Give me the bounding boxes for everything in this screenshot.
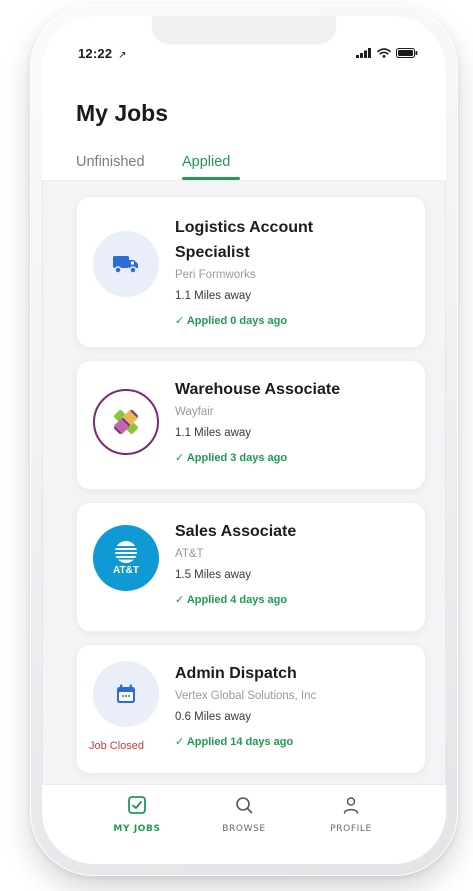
job-distance: 1.1 Miles away xyxy=(175,290,252,302)
job-distance: 1.5 Miles away xyxy=(175,569,252,581)
job-closed-label: Job Closed xyxy=(89,740,145,752)
job-distance: 0.6 Miles away xyxy=(175,711,252,723)
page-title: My Jobs xyxy=(76,100,169,126)
job-icon-container xyxy=(93,231,159,297)
job-card-admin[interactable]: Job Closed Admin Dispatch Vertex Global … xyxy=(76,644,426,774)
tab-applied[interactable]: Applied xyxy=(182,154,230,170)
company-name: Wayfair xyxy=(175,406,214,418)
nav-label-my-jobs: MY JOBS xyxy=(113,824,161,834)
applied-status: ✓ Applied 3 days ago xyxy=(175,452,288,464)
applied-status: ✓ Applied 14 days ago xyxy=(175,736,294,748)
applied-status: ✓ Applied 0 days ago xyxy=(175,315,288,327)
person-icon xyxy=(343,797,359,814)
app-screen: 12:22 ↗ My Jobs Unfinished Applied Logis… xyxy=(42,16,446,864)
calendar-icon xyxy=(117,684,135,703)
applied-status: ✓ Applied 4 days ago xyxy=(175,594,288,606)
nav-label-profile: PROFILE xyxy=(330,824,372,834)
att-globe-logo xyxy=(115,541,137,563)
wifi-icon xyxy=(377,48,391,58)
tab-unfinished[interactable]: Unfinished xyxy=(76,154,145,170)
job-title: Warehouse Associate xyxy=(175,381,341,398)
job-title: Logistics Account Specialist xyxy=(175,215,413,265)
job-icon-container: AT&T xyxy=(93,525,159,591)
nav-my-jobs[interactable]: MY JOBS xyxy=(92,795,182,834)
status-icons xyxy=(356,48,418,58)
nav-profile[interactable]: PROFILE xyxy=(306,795,396,834)
company-name: AT&T xyxy=(175,548,204,560)
job-details: Warehouse Associate Wayfair 1.1 Miles aw… xyxy=(175,377,413,466)
company-name: Peri Formworks xyxy=(175,269,256,281)
active-tab-indicator xyxy=(182,177,240,180)
truck-icon xyxy=(113,256,138,274)
app-header: 12:22 ↗ My Jobs Unfinished Applied xyxy=(42,16,446,181)
company-name: Vertex Global Solutions, Inc xyxy=(175,690,317,702)
wayfair-logo xyxy=(113,409,139,435)
status-time-text: 12:22 xyxy=(78,46,113,61)
job-details: Sales Associate AT&T 1.5 Miles away ✓ Ap… xyxy=(175,519,413,608)
job-card-logistics[interactable]: Logistics Account Specialist Peri Formwo… xyxy=(76,196,426,348)
nav-label-browse: BROWSE xyxy=(222,824,266,834)
job-card-warehouse[interactable]: Warehouse Associate Wayfair 1.1 Miles aw… xyxy=(76,360,426,490)
job-distance: 1.1 Miles away xyxy=(175,427,252,439)
job-icon-container xyxy=(93,389,159,455)
job-title: Sales Associate xyxy=(175,523,297,540)
job-title-line-2: Specialist xyxy=(175,244,250,261)
checkbox-icon xyxy=(128,796,146,814)
status-time: 12:22 ↗ xyxy=(78,46,127,61)
battery-icon xyxy=(396,48,418,58)
job-title-line-1: Logistics Account xyxy=(175,219,314,236)
bottom-nav: MY JOBS BROWSE PROFILE xyxy=(42,784,446,864)
phone-notch xyxy=(152,16,336,44)
job-details: Admin Dispatch Vertex Global Solutions, … xyxy=(175,661,413,750)
job-icon-container xyxy=(93,661,159,727)
job-title: Admin Dispatch xyxy=(175,665,297,682)
phone-frame: 12:22 ↗ My Jobs Unfinished Applied Logis… xyxy=(30,4,458,876)
att-logo-text: AT&T xyxy=(113,565,139,576)
search-icon xyxy=(236,797,253,814)
job-details: Logistics Account Specialist Peri Formwo… xyxy=(175,215,413,329)
location-arrow-icon: ↗ xyxy=(118,50,127,61)
nav-browse[interactable]: BROWSE xyxy=(199,795,289,834)
signal-icon xyxy=(356,48,371,58)
job-card-sales[interactable]: AT&T Sales Associate AT&T 1.5 Miles away… xyxy=(76,502,426,632)
